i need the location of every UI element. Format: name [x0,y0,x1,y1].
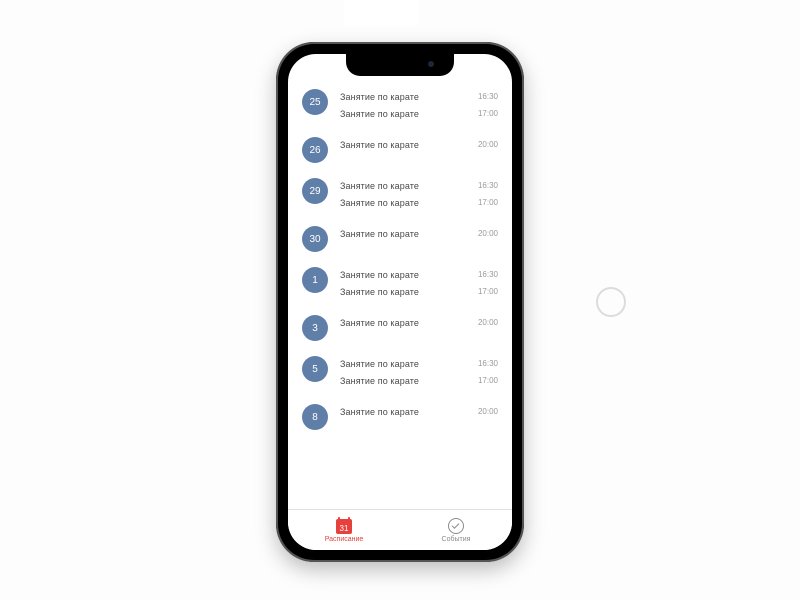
event-time: 16:30 [478,270,498,279]
day-badge: 26 [302,137,328,163]
day-rows: Занятие по карате 16:30 Занятие по карате 1… [340,88,498,122]
day-group[interactable]: 8 Занятие по карате 20:00 [302,403,498,430]
day-rows: Занятие по карате 20:00 [340,136,498,153]
day-group[interactable]: 1Занятие по карате16:30Занятие по карате… [302,266,498,300]
day-rows: Занятие по карате 16:30 Занятие по карате 1… [340,355,498,389]
top-blank [344,0,418,26]
day-group[interactable]: 3 Занятие по карате 20:00 [302,314,498,341]
event-time: 17:00 [478,376,498,385]
event-title: Занятие по карате [340,287,419,297]
day-badge: 25 [302,89,328,115]
camera-dot [428,61,434,67]
calendar-icon: 31 [335,517,353,535]
event-time: 16:30 [478,359,498,368]
day-rows: Занятие по карате 16:30 Занятие по карате 1… [340,177,498,211]
day-badge: 8 [302,404,328,430]
event-row[interactable]: Занятие по карате 17:00 [340,105,498,122]
event-row[interactable]: Занятие по карате 20:00 [340,136,498,153]
tab-schedule-label: Расписание [325,536,364,543]
day-rows: Занятие по карате 16:30 Занятие по карате 1… [340,266,498,300]
day-badge: 3 [302,315,328,341]
day-group[interactable]: 5Занятие по карате16:30Занятие по карате… [302,355,498,389]
event-time: 20:00 [478,407,498,416]
calendar-icon-day: 31 [336,525,352,533]
event-row[interactable]: Занятие по карате 17:00 [340,283,498,300]
loading-spinner [596,287,626,317]
event-time: 16:30 [478,181,498,190]
event-title: Занятие по карате [340,407,419,417]
day-group[interactable]: 26 Занятие по карате 20:00 [302,136,498,163]
day-badge: 30 [302,226,328,252]
tab-schedule[interactable]: 31 Расписание [288,510,400,550]
event-time: 20:00 [478,229,498,238]
event-title: Занятие по карате [340,270,419,280]
phone-frame: 25Занятие по карате16:30Занятие по карат… [276,42,524,562]
event-title: Занятие по карате [340,140,419,150]
event-title: Занятие по карате [340,181,419,191]
event-title: Занятие по карате [340,229,419,239]
day-group[interactable]: 25Занятие по карате16:30Занятие по карат… [302,88,498,122]
event-time: 17:00 [478,109,498,118]
day-badge: 1 [302,267,328,293]
event-row[interactable]: Занятие по карате 16:30 [340,177,498,194]
tab-events-label: События [442,536,471,543]
event-row[interactable]: Занятие по карате 17:00 [340,372,498,389]
event-time: 17:00 [478,198,498,207]
day-rows: Занятие по карате 20:00 [340,314,498,331]
event-title: Занятие по карате [340,198,419,208]
event-row[interactable]: Занятие по карате 16:30 [340,88,498,105]
event-row[interactable]: Занятие по карате 16:30 [340,355,498,372]
day-rows: Занятие по карате 20:00 [340,403,498,420]
check-circle-icon [447,517,465,535]
day-group[interactable]: 30 Занятие по карате 20:00 [302,225,498,252]
event-row[interactable]: Занятие по карате 20:00 [340,225,498,242]
notch [346,54,454,76]
event-title: Занятие по карате [340,318,419,328]
day-group[interactable]: 29Занятие по карате16:30Занятие по карат… [302,177,498,211]
event-row[interactable]: Занятие по карате 16:30 [340,266,498,283]
event-time: 17:00 [478,287,498,296]
day-rows: Занятие по карате 20:00 [340,225,498,242]
event-title: Занятие по карате [340,359,419,369]
event-row[interactable]: Занятие по карате 20:00 [340,314,498,331]
event-time: 16:30 [478,92,498,101]
schedule-list[interactable]: 25Занятие по карате16:30Занятие по карат… [288,82,512,510]
screen: 25Занятие по карате16:30Занятие по карат… [288,54,512,550]
event-title: Занятие по карате [340,109,419,119]
tab-events[interactable]: События [400,510,512,550]
day-badge: 29 [302,178,328,204]
event-row[interactable]: Занятие по карате 17:00 [340,194,498,211]
event-row[interactable]: Занятие по карате 20:00 [340,403,498,420]
event-title: Занятие по карате [340,376,419,386]
event-time: 20:00 [478,140,498,149]
tab-bar: 31 Расписание События [288,509,512,550]
day-badge: 5 [302,356,328,382]
event-time: 20:00 [478,318,498,327]
event-title: Занятие по карате [340,92,419,102]
